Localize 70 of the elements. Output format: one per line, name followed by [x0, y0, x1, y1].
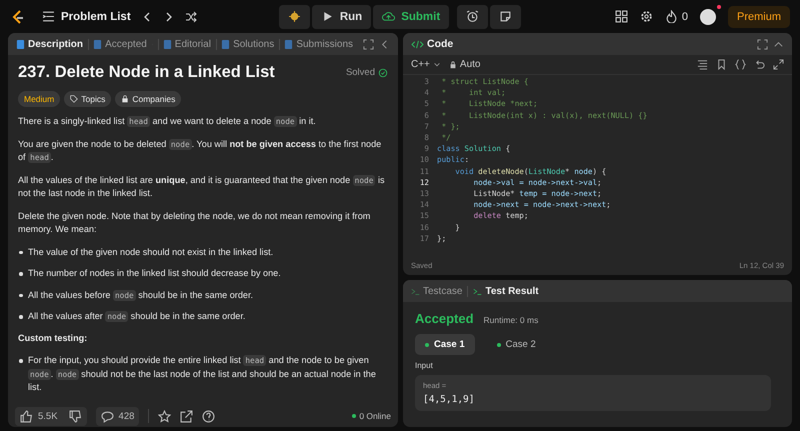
code-icon	[411, 38, 424, 50]
section-heading: Custom testing:	[18, 332, 88, 345]
panel-tab[interactable]: Accepted	[93, 38, 147, 50]
input-label: Input	[415, 361, 434, 370]
share-icon[interactable]	[180, 410, 194, 422]
language-dropdown[interactable]: C++	[411, 59, 441, 70]
document-icon	[93, 38, 102, 50]
panel-tab[interactable]: Solutions	[221, 38, 274, 50]
note-icon	[499, 10, 512, 23]
problem-list-button[interactable]: Problem List	[42, 10, 131, 23]
premium-button[interactable]: Premium	[728, 6, 790, 28]
maximize-icon[interactable]	[363, 38, 374, 50]
problem-title: 237. Delete Node in a Linked List	[18, 63, 276, 82]
document-icon	[16, 38, 25, 50]
bookmark-icon[interactable]	[716, 59, 727, 70]
code-title: Code	[411, 38, 454, 50]
flame-icon	[664, 10, 678, 23]
submit-button[interactable]: Submit	[373, 4, 450, 28]
shuffle-icon[interactable]	[184, 10, 197, 22]
logo[interactable]	[10, 8, 26, 24]
panel-tab[interactable]: Description	[16, 38, 84, 50]
debug-button[interactable]	[278, 4, 310, 28]
list-icon	[42, 10, 55, 23]
panel-tab[interactable]: Test Result	[473, 286, 539, 296]
difficulty-tag[interactable]: Medium	[18, 91, 60, 107]
expand-icon[interactable]	[773, 59, 784, 70]
comments-button[interactable]: 428	[96, 406, 140, 426]
panel-tab[interactable]: Editorial	[162, 38, 211, 50]
solved-status: Solved	[346, 67, 388, 78]
caret-icon	[432, 60, 441, 68]
format-icon[interactable]	[697, 59, 708, 70]
comment-icon	[100, 410, 114, 422]
param-value: [4,5,1,9]	[423, 394, 476, 405]
online-count: 0 Online	[352, 411, 391, 421]
settings-icon[interactable]	[640, 10, 653, 23]
thumbs-up-icon	[20, 410, 33, 422]
maximize-icon[interactable]	[757, 38, 768, 50]
grid-icon[interactable]	[614, 10, 628, 23]
auto-mode-label[interactable]: Auto	[448, 59, 480, 70]
cloud-upload-icon	[382, 10, 396, 23]
bullet-item: The number of nodes in the linked list should decrease by one.	[18, 267, 388, 280]
star-icon[interactable]	[158, 410, 172, 422]
streak-counter[interactable]: 0	[664, 10, 688, 23]
undo-icon[interactable]	[754, 59, 765, 70]
document-icon	[162, 38, 172, 50]
panel-tab[interactable]: Submissions	[284, 38, 354, 50]
case-tab[interactable]: Case 1	[415, 334, 475, 355]
paragraph: Delete the given node. Note that by deleting the node, we do not mean removing it from memory. We mean:	[18, 210, 372, 236]
check-circle-icon	[378, 68, 388, 78]
case-tab[interactable]: Case 2	[486, 334, 546, 355]
runtime: Runtime: 0 ms	[484, 315, 538, 325]
bug-icon	[288, 10, 301, 23]
alarm-clock-icon	[466, 10, 480, 23]
lock-icon	[448, 60, 457, 68]
note-button[interactable]	[490, 4, 522, 28]
lock-icon	[121, 95, 130, 103]
document-icon	[221, 38, 230, 50]
tag-icon	[70, 95, 78, 103]
help-icon[interactable]	[202, 410, 216, 422]
thumbs-down-icon[interactable]	[68, 410, 82, 422]
bullet-item: The value of the given node should not exist in the linked list.	[18, 246, 388, 259]
panel-tab[interactable]: Testcase	[411, 286, 462, 296]
companies-tag[interactable]: Companies	[115, 91, 182, 107]
avatar[interactable]	[700, 8, 716, 24]
run-button[interactable]: Run	[312, 4, 372, 28]
document-icon	[284, 38, 294, 50]
alarm-clock-button[interactable]	[457, 4, 488, 28]
verdict: Accepted	[415, 311, 474, 326]
braces-icon[interactable]	[735, 59, 746, 70]
topics-tag[interactable]: Topics	[64, 91, 112, 107]
